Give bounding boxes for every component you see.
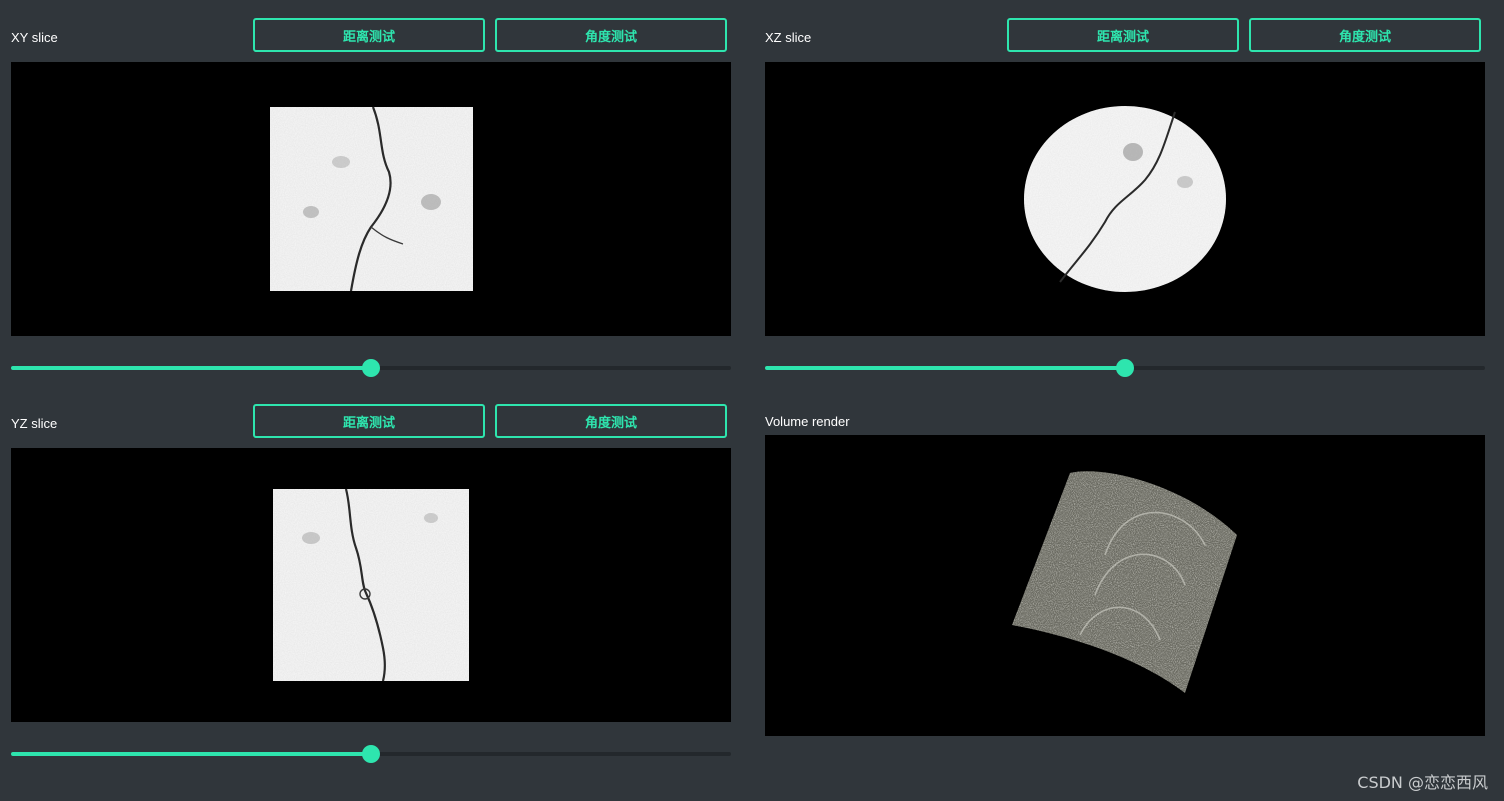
xz-distance-test-button[interactable]: 距离测试 (1007, 18, 1239, 52)
yz-slider-thumb[interactable] (362, 745, 380, 763)
volume-render-image (1012, 471, 1237, 693)
yz-slice-title: YZ slice (11, 416, 58, 431)
xz-slider-fill (765, 366, 1125, 370)
xz-slice-viewport[interactable] (765, 62, 1485, 336)
volume-render-viewport[interactable] (765, 435, 1485, 736)
volume-render-title: Volume render (765, 414, 850, 429)
xy-slice-image (270, 106, 473, 292)
xz-slider-thumb[interactable] (1116, 359, 1134, 377)
xz-slice-image (1024, 106, 1226, 292)
xy-angle-test-button[interactable]: 角度测试 (495, 18, 727, 52)
yz-angle-test-button[interactable]: 角度测试 (495, 404, 727, 438)
xy-slider-thumb[interactable] (362, 359, 380, 377)
xz-slice-slider[interactable] (765, 359, 1485, 377)
xy-slice-slider[interactable] (11, 359, 731, 377)
yz-slice-viewport[interactable] (11, 448, 731, 722)
yz-distance-test-button[interactable]: 距离测试 (253, 404, 485, 438)
xz-slice-title: XZ slice (765, 30, 812, 45)
xy-distance-test-button[interactable]: 距离测试 (253, 18, 485, 52)
xy-slice-viewport[interactable] (11, 62, 731, 336)
yz-slice-slider[interactable] (11, 745, 731, 763)
xz-angle-test-button[interactable]: 角度测试 (1249, 18, 1481, 52)
xy-slice-title: XY slice (11, 30, 58, 45)
yz-slider-fill (11, 752, 371, 756)
xy-slider-fill (11, 366, 371, 370)
watermark-text: CSDN @恋恋西风 (1357, 773, 1488, 792)
yz-slice-image (273, 488, 469, 682)
